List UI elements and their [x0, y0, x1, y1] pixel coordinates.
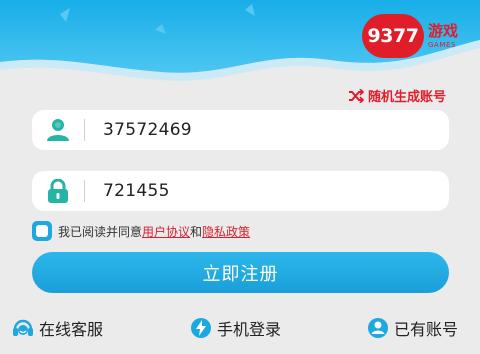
random-account-label: 随机生成账号 [367, 90, 446, 105]
bottom-bar: 在线客服 手机登录 已有账号 [0, 316, 480, 346]
account-input[interactable] [103, 120, 423, 140]
phone-login-label: 手机登录 [217, 320, 282, 339]
online-service-button[interactable]: 在线客服 [12, 316, 103, 340]
agreement-checkbox[interactable] [32, 221, 52, 241]
register-button[interactable]: 立即注册 [32, 252, 449, 293]
password-input[interactable] [103, 181, 423, 201]
has-account-button[interactable]: 已有账号 [367, 316, 458, 340]
user-circle-icon [368, 318, 388, 338]
logo-en-text: GAMES [427, 40, 457, 49]
brand-logo: 9377 游戏 GAMES [361, 14, 458, 58]
user-icon [47, 119, 69, 141]
logo-number: 9377 [361, 14, 424, 58]
headset-icon [13, 319, 33, 336]
lightning-icon [191, 318, 211, 338]
field-divider [84, 180, 85, 202]
agreement-prefix: 我已阅读并同意 [58, 224, 143, 239]
random-account-button[interactable]: 随机生成账号 [348, 86, 446, 105]
shuffle-icon [348, 88, 364, 103]
logo-cn-text: 游戏 [427, 21, 458, 40]
account-field[interactable] [32, 110, 449, 150]
online-service-label: 在线客服 [39, 320, 104, 339]
has-account-label: 已有账号 [394, 320, 459, 339]
field-divider [84, 119, 85, 141]
user-agreement-link[interactable]: 用户协议 [142, 223, 190, 240]
lock-icon [48, 179, 68, 203]
agreement-row: 我已阅读并同意 用户协议 和 隐私政策 [32, 221, 250, 241]
phone-login-button[interactable]: 手机登录 [190, 316, 281, 340]
privacy-policy-link[interactable]: 隐私政策 [202, 223, 250, 240]
password-field[interactable] [32, 171, 449, 211]
agreement-and: 和 [190, 224, 203, 239]
